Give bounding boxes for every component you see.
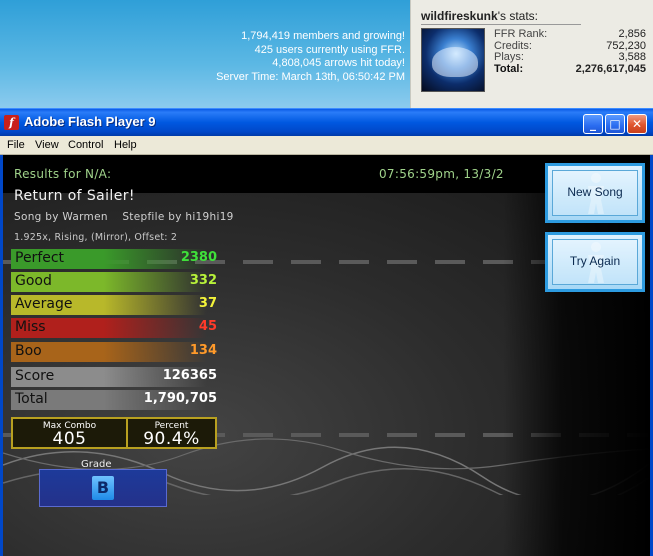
flash-player-window: f Adobe Flash Player 9 _ □ ✕ File View C… xyxy=(0,108,653,556)
judgement-value: 332 xyxy=(189,273,217,288)
stats-title-suffix: 's stats: xyxy=(497,9,538,23)
stat-value: 3,588 xyxy=(618,51,646,63)
site-info: 1,794,419 members and growing! 425 users… xyxy=(216,30,405,84)
stat-label: Plays: xyxy=(494,51,524,63)
menu-view[interactable]: View xyxy=(35,139,59,151)
window-titlebar[interactable]: f Adobe Flash Player 9 _ □ ✕ xyxy=(0,108,653,136)
judgement-label: Perfect xyxy=(15,250,65,266)
stat-label: Total: xyxy=(494,62,524,75)
stat-label: FFR Rank: xyxy=(494,28,548,40)
user-stats-panel: wildfireskunk's stats: FFR Rank: 2,856 Cr… xyxy=(410,0,653,108)
menu-file[interactable]: File xyxy=(7,139,25,151)
new-song-label: New Song xyxy=(567,185,623,199)
percent-value: 90.4% xyxy=(143,429,200,449)
judgement-row-score: Score 126365 xyxy=(11,367,217,387)
judgement-row-boo: Boo 134 xyxy=(11,342,217,362)
judgement-value: 126365 xyxy=(162,368,217,383)
new-song-button[interactable]: New Song xyxy=(545,163,645,223)
judgement-label: Boo xyxy=(15,343,42,359)
stat-row-rank: FFR Rank: 2,856 xyxy=(494,28,646,41)
results-timestamp: 07:56:59pm, 13/3/2 xyxy=(379,167,504,181)
percent-panel: Percent 90.4% xyxy=(128,419,215,449)
stat-row-plays: Plays: 3,588 xyxy=(494,51,646,64)
game-area: Results for N/A: 07:56:59pm, 13/3/2 Retu… xyxy=(0,155,653,556)
judgement-value: 134 xyxy=(189,343,217,358)
results-header: Results for N/A: xyxy=(14,167,112,181)
menu-control[interactable]: Control xyxy=(68,139,103,151)
max-combo-value: 405 xyxy=(52,429,87,449)
avatar[interactable] xyxy=(421,28,485,92)
judgement-label: Score xyxy=(15,368,55,384)
menu-bar: File View Control Help xyxy=(0,136,653,155)
play-settings: 1.925x, Rising, (Mirror), Offset: 2 xyxy=(14,232,178,243)
flash-icon: f xyxy=(4,115,19,130)
grade-value: B xyxy=(92,476,114,500)
judgement-value: 37 xyxy=(198,296,217,311)
judgement-value: 2380 xyxy=(180,250,217,265)
judgement-row-total: Total 1,790,705 xyxy=(11,390,217,410)
judgement-value: 45 xyxy=(198,319,217,334)
users-online: 425 users currently using FFR. xyxy=(254,43,405,56)
judgement-value: 1,790,705 xyxy=(143,391,217,406)
close-button[interactable]: ✕ xyxy=(627,114,647,134)
members-count: 1,794,419 members and growing! xyxy=(241,30,405,42)
judgement-label: Good xyxy=(15,273,52,289)
window-title: Adobe Flash Player 9 xyxy=(24,114,156,129)
server-time: Server Time: March 13th, 06:50:42 PM xyxy=(216,70,405,83)
menu-help[interactable]: Help xyxy=(114,139,137,151)
judgement-row-perfect: Perfect 2380 xyxy=(11,249,217,269)
judgement-label: Total xyxy=(15,391,48,407)
song-credits: Song by Warmen Stepfile by hi19hi19 xyxy=(14,211,234,223)
site-banner: 1,794,419 members and growing! 425 users… xyxy=(0,0,653,108)
try-again-button[interactable]: Try Again xyxy=(545,232,645,292)
stats-title: wildfireskunk's stats: xyxy=(421,9,581,25)
judgement-row-miss: Miss 45 xyxy=(11,318,217,338)
judgement-row-average: Average 37 xyxy=(11,295,217,315)
arrows-today: 4,808,045 arrows hit today! xyxy=(272,57,405,70)
try-again-label: Try Again xyxy=(569,254,621,268)
judgement-label: Miss xyxy=(15,319,46,335)
judgement-row-good: Good 332 xyxy=(11,272,217,292)
grade-box: B xyxy=(39,469,167,507)
max-combo-panel: Max Combo 405 xyxy=(13,419,126,449)
username-link[interactable]: wildfireskunk xyxy=(421,9,498,23)
minimize-button[interactable]: _ xyxy=(583,114,603,134)
stats-table: FFR Rank: 2,856 Credits: 752,230 Plays: 3,5… xyxy=(494,28,646,76)
stat-value: 2,276,617,045 xyxy=(575,62,646,75)
maximize-button[interactable]: □ xyxy=(605,114,625,134)
stat-value: 2,856 xyxy=(618,28,646,40)
stat-row-total: Total: 2,276,617,045 xyxy=(494,62,646,76)
song-title: Return of Sailer! xyxy=(14,188,135,204)
judgement-label: Average xyxy=(15,296,73,312)
combo-percent-box: Max Combo 405 Percent 90.4% xyxy=(11,417,217,449)
